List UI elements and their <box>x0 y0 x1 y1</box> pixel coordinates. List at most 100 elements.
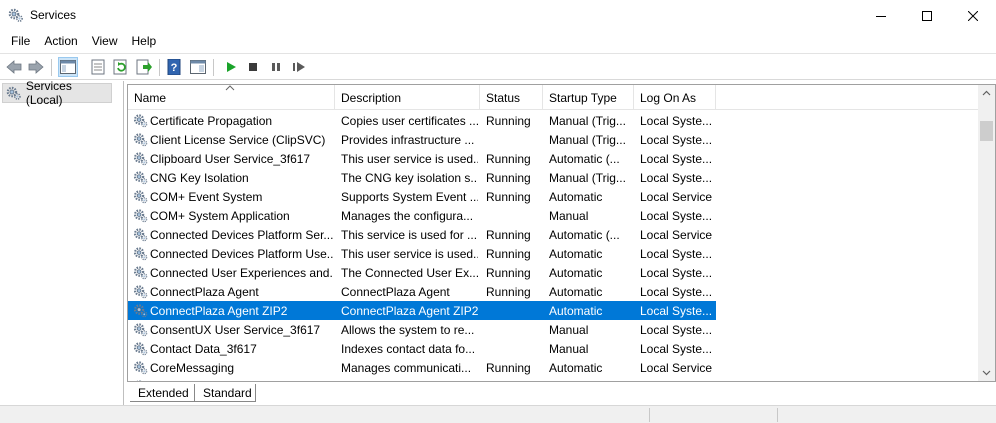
forward-button[interactable] <box>27 58 45 76</box>
column-header-startup-type[interactable]: Startup Type <box>543 85 634 110</box>
maximize-button[interactable] <box>904 0 950 31</box>
cell-description: Provides secure storage... <box>341 377 478 381</box>
scroll-down-icon[interactable] <box>982 368 991 377</box>
menu-file[interactable]: File <box>0 31 37 53</box>
table-row[interactable]: ConnectPlaza Agent ZIP2 ConnectPlaza Agen… <box>128 301 716 320</box>
cell-name: COM+ Event System <box>150 190 263 204</box>
table-row[interactable]: Connected User Experiences and... The Con… <box>128 263 716 282</box>
scrollbar-thumb[interactable] <box>980 121 993 141</box>
help-icon: ? <box>167 59 181 75</box>
cell-name: CoreMessaging <box>150 361 235 375</box>
table-row[interactable]: CNG Key Isolation The CNG key isolation s… <box>128 168 716 187</box>
cell-startup-type: Manual <box>549 342 589 356</box>
restart-service-button[interactable] <box>290 58 308 76</box>
table-row[interactable]: COM+ Event System Supports System Event .… <box>128 187 716 206</box>
minimize-icon <box>876 15 886 17</box>
cell-description: Provides infrastructure ... <box>341 133 475 147</box>
cell-status: Running <box>486 361 531 375</box>
table-row[interactable]: ConsentUX User Service_3f617 Allows the s… <box>128 320 716 339</box>
cell-status: Running <box>486 114 531 128</box>
console-tree-icon <box>60 60 76 74</box>
cell-name: Connected Devices Platform Use... <box>150 247 333 261</box>
cell-startup-type: Automatic <box>549 266 603 280</box>
table-row[interactable]: COM+ System Application Manages the confi… <box>128 206 716 225</box>
toolbar: ? <box>0 53 996 80</box>
toolbar-separator <box>213 59 214 76</box>
cell-startup-type: Manual <box>549 323 589 337</box>
view-tabs: Extended Standard <box>127 384 427 403</box>
stop-service-button[interactable] <box>244 58 262 76</box>
cell-status: Running <box>486 152 531 166</box>
table-row[interactable]: CoreMessaging Manages communicati... Runni… <box>128 358 716 377</box>
toolbar-separator <box>159 59 160 76</box>
tab-extended[interactable]: Extended <box>130 384 194 402</box>
cell-description: Allows the system to re... <box>341 323 475 337</box>
cell-log-on-as: Local Syste... <box>640 377 716 381</box>
gear-icon <box>133 247 148 261</box>
column-header-name[interactable]: Name <box>128 85 335 110</box>
cell-log-on-as: Local Syste... <box>640 152 713 166</box>
table-row[interactable]: Clipboard User Service_3f617 This user se… <box>128 149 716 168</box>
tab-standard[interactable]: Standard <box>194 384 256 402</box>
cell-status <box>486 339 541 358</box>
table-row[interactable]: Certificate Propagation Copies user certi… <box>128 111 716 130</box>
table-row[interactable]: Contact Data_3f617 Indexes contact data f… <box>128 339 716 358</box>
table-row[interactable]: Connected Devices Platform Ser... This se… <box>128 225 716 244</box>
cell-startup-type: Automatic <box>549 361 603 375</box>
cell-name: Clipboard User Service_3f617 <box>150 152 311 166</box>
column-header-description[interactable]: Description <box>335 85 480 110</box>
table-row[interactable]: ConnectPlaza Agent ConnectPlaza Agent Runn… <box>128 282 716 301</box>
start-service-button[interactable] <box>222 58 240 76</box>
gear-icon <box>133 342 148 356</box>
menu-action[interactable]: Action <box>37 31 84 53</box>
refresh-button[interactable] <box>112 58 130 76</box>
minimize-button[interactable] <box>858 0 904 31</box>
restart-icon <box>293 62 305 72</box>
cell-startup-type: Manual (Trig... <box>549 171 626 185</box>
cell-status <box>486 206 541 225</box>
properties-button[interactable] <box>89 58 107 76</box>
status-divider <box>777 408 778 422</box>
list-header: Name Description Status Startup Type Log… <box>128 85 979 110</box>
export-list-button[interactable] <box>135 58 153 76</box>
help-button[interactable]: ? <box>166 58 184 76</box>
cell-description: This user service is used... <box>341 247 478 261</box>
cell-name: Contact Data_3f617 <box>150 342 257 356</box>
tree-item-services-local[interactable]: Services (Local) <box>2 79 112 107</box>
show-hide-console-tree-button[interactable] <box>58 57 78 77</box>
gear-icon <box>133 114 148 128</box>
cell-startup-type: Manual <box>549 377 632 381</box>
close-button[interactable] <box>950 0 996 31</box>
cell-log-on-as: Local Syste... <box>640 114 713 128</box>
back-button[interactable] <box>5 58 23 76</box>
gear-icon <box>133 304 148 318</box>
cell-name: COM+ System Application <box>150 209 290 223</box>
cell-name: Connected Devices Platform Ser... <box>150 228 333 242</box>
cell-name: Credential Manager <box>150 377 333 381</box>
scroll-up-icon[interactable] <box>982 89 991 98</box>
status-divider <box>649 408 650 422</box>
table-row[interactable]: Credential Manager Provides secure storag… <box>128 377 716 381</box>
gear-icon <box>133 228 148 242</box>
cell-name: Client License Service (ClipSVC) <box>150 133 326 147</box>
cell-status: Running <box>486 247 531 261</box>
pause-service-button[interactable] <box>267 58 285 76</box>
menu-help[interactable]: Help <box>125 31 164 53</box>
column-header-status[interactable]: Status <box>480 85 543 110</box>
cell-name: CNG Key Isolation <box>150 171 249 185</box>
menu-view[interactable]: View <box>85 31 125 53</box>
table-row[interactable]: Connected Devices Platform Use... This us… <box>128 244 716 263</box>
show-action-pane-button[interactable] <box>189 58 207 76</box>
cell-name: ConsentUX User Service_3f617 <box>150 323 321 337</box>
cell-status <box>486 320 541 339</box>
vertical-scrollbar[interactable] <box>978 85 995 381</box>
cell-description: Manages the configura... <box>341 209 474 223</box>
cell-description: The CNG key isolation s... <box>341 171 478 185</box>
gear-icon <box>133 361 148 375</box>
cell-status <box>486 301 541 320</box>
status-bar <box>0 405 996 423</box>
services-list: Name Description Status Startup Type Log… <box>127 84 996 382</box>
cell-status <box>486 130 541 149</box>
column-header-log-on-as[interactable]: Log On As <box>634 85 716 110</box>
table-row[interactable]: Client License Service (ClipSVC) Provides… <box>128 130 716 149</box>
